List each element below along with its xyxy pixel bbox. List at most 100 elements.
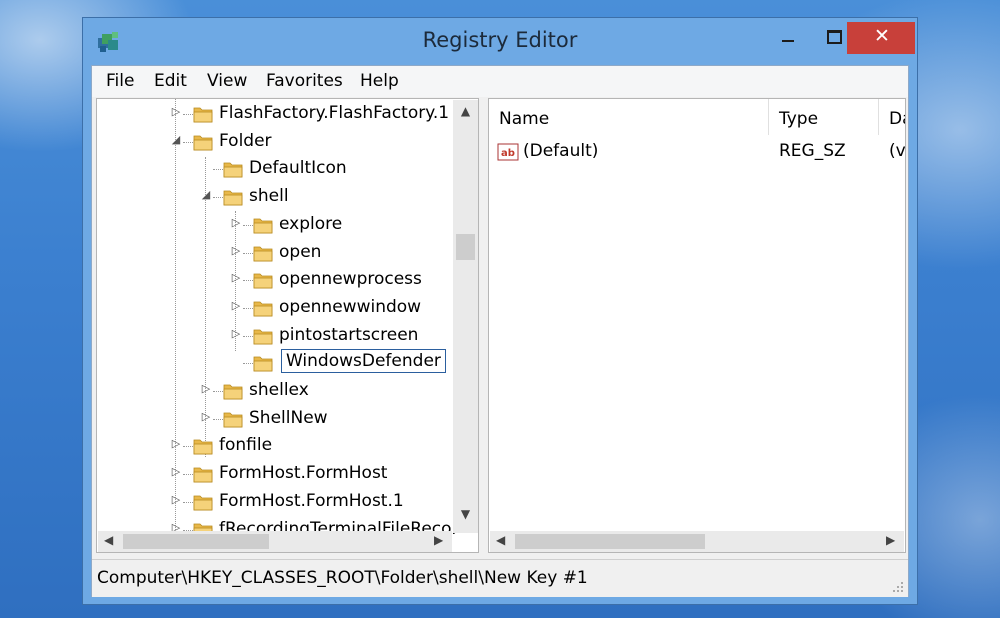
folder-icon xyxy=(193,467,213,483)
tree-connector xyxy=(183,501,193,503)
minimize-button[interactable] xyxy=(765,22,811,54)
tree-hscroll-thumb[interactable] xyxy=(123,534,269,549)
value-data: (va xyxy=(889,141,906,161)
tree-item[interactable]: ▷ FlashFactory.FlashFactory.1 xyxy=(169,102,469,128)
menu-file[interactable]: File xyxy=(106,71,134,91)
expand-arrow-icon[interactable]: ▷ xyxy=(229,299,243,312)
client-area: File Edit View Favorites Help ▷ FlashFact… xyxy=(91,65,909,597)
expand-arrow-icon[interactable]: ▷ xyxy=(199,382,213,395)
rename-key-input[interactable]: WindowsDefender xyxy=(281,349,446,374)
tree-item[interactable]: ▷ open xyxy=(229,241,478,267)
column-header-data[interactable]: Da xyxy=(879,99,905,135)
tree-vertical-scrollbar[interactable]: ▲ ▼ xyxy=(453,100,478,533)
expand-arrow-icon[interactable]: ▷ xyxy=(199,410,213,423)
tree-item[interactable]: ▷ ShellNew xyxy=(199,407,478,433)
tree-item[interactable]: DefaultIcon xyxy=(199,157,478,183)
tree-item[interactable]: WindowsDefender xyxy=(229,349,478,377)
tree-item-label: Folder xyxy=(219,130,272,151)
menu-favorites[interactable]: Favorites xyxy=(266,71,343,91)
tree-connector xyxy=(243,224,253,226)
string-value-icon: ab xyxy=(497,143,519,161)
expand-arrow-icon[interactable]: ▷ xyxy=(169,105,183,118)
folder-icon xyxy=(253,356,273,372)
tree-item[interactable]: ▷ fonfile xyxy=(169,434,469,460)
folder-icon xyxy=(223,162,243,178)
tree-item[interactable]: ▷ shellex xyxy=(199,379,478,405)
value-name: (Default) xyxy=(523,141,599,161)
expand-arrow-icon[interactable]: ▷ xyxy=(229,244,243,257)
expand-arrow-icon[interactable]: ▷ xyxy=(169,437,183,450)
scroll-left-icon[interactable]: ◀ xyxy=(496,533,505,547)
status-bar: Computer\HKEY_CLASSES_ROOT\Folder\shell\… xyxy=(92,559,908,597)
tree-item-label: FlashFactory.FlashFactory.1 xyxy=(219,103,450,123)
folder-icon xyxy=(223,412,243,428)
menu-bar: File Edit View Favorites Help xyxy=(92,66,908,97)
tree-item-label: pintostartscreen xyxy=(279,324,419,345)
values-list-pane[interactable]: Name Type Da ab (Default) REG_SZ (va ◀ ▶ xyxy=(488,98,906,553)
tree-connector xyxy=(243,363,253,365)
tree-connector xyxy=(243,252,253,254)
tree-item[interactable]: ◢ shell xyxy=(199,185,478,211)
menu-help[interactable]: Help xyxy=(360,71,399,91)
tree-horizontal-scrollbar[interactable]: ◀ ▶ xyxy=(98,531,452,552)
folder-icon xyxy=(193,107,213,123)
folder-icon xyxy=(253,301,273,317)
close-button[interactable]: ✕ xyxy=(847,22,915,54)
menu-edit[interactable]: Edit xyxy=(154,71,187,91)
expand-arrow-icon[interactable]: ▷ xyxy=(229,271,243,284)
value-row[interactable]: ab (Default) REG_SZ (va xyxy=(497,141,905,165)
folder-icon xyxy=(253,218,273,234)
list-hscroll-thumb[interactable] xyxy=(515,534,705,549)
tree-connector xyxy=(213,418,223,420)
folder-icon xyxy=(193,439,213,455)
tree-item[interactable]: ▷ FormHost.FormHost.1 xyxy=(169,490,469,516)
tree-item-label: opennewwindow xyxy=(279,296,422,317)
expand-arrow-icon[interactable]: ▷ xyxy=(229,216,243,229)
status-path: Computer\HKEY_CLASSES_ROOT\Folder\shell\… xyxy=(97,568,588,588)
scroll-up-icon[interactable]: ▲ xyxy=(453,104,478,118)
column-header-name[interactable]: Name xyxy=(489,99,769,135)
tree-item-label: ShellNew xyxy=(249,407,328,428)
tree-vscroll-thumb[interactable] xyxy=(456,234,475,260)
scroll-right-icon[interactable]: ▶ xyxy=(886,533,895,547)
folder-icon xyxy=(223,190,243,206)
folder-icon xyxy=(253,329,273,344)
scroll-down-icon[interactable]: ▼ xyxy=(453,507,478,521)
tree-item[interactable]: ▷ explore xyxy=(229,213,478,239)
tree-connector xyxy=(183,446,193,448)
tree-item-label: fonfile xyxy=(219,435,273,456)
tree-item[interactable]: ▷ pintostartscreen xyxy=(229,324,478,350)
tree-connector xyxy=(183,474,193,476)
tree-connector xyxy=(243,280,253,282)
folder-icon xyxy=(253,246,273,261)
tree-item[interactable]: ▷ opennewwindow xyxy=(229,296,478,322)
tree-connector xyxy=(243,307,253,309)
value-type: REG_SZ xyxy=(779,141,846,161)
tree-connector xyxy=(213,197,223,199)
folder-icon xyxy=(253,273,273,289)
tree-item[interactable]: ▷ opennewprocess xyxy=(229,268,478,294)
tree-item[interactable]: ▷ FormHost.FormHost xyxy=(169,462,469,488)
key-tree-pane[interactable]: ▷ FlashFactory.FlashFactory.1 ◢ Folder Defau… xyxy=(96,98,479,553)
registry-editor-window: Registry Editor ✕ File Edit View Favorit… xyxy=(82,17,918,605)
scroll-left-icon[interactable]: ◀ xyxy=(104,533,113,547)
tree-item-label: FormHost.FormHost.1 xyxy=(219,490,404,511)
expanded-arrow-icon[interactable]: ◢ xyxy=(199,188,213,201)
menu-view[interactable]: View xyxy=(207,71,247,91)
expanded-arrow-icon[interactable]: ◢ xyxy=(169,133,183,146)
expand-arrow-icon[interactable]: ▷ xyxy=(169,465,183,478)
resize-grip-icon[interactable] xyxy=(892,581,904,593)
expand-arrow-icon[interactable]: ▷ xyxy=(229,327,243,340)
expand-arrow-icon[interactable]: ▷ xyxy=(169,493,183,506)
title-bar[interactable]: Registry Editor ✕ xyxy=(83,18,917,65)
column-header-type[interactable]: Type xyxy=(769,99,879,135)
tree-connector xyxy=(213,391,223,392)
scroll-right-icon[interactable]: ▶ xyxy=(434,533,443,547)
list-horizontal-scrollbar[interactable]: ◀ ▶ xyxy=(490,531,904,552)
tree-item-label: explore xyxy=(279,213,343,234)
close-icon: ✕ xyxy=(874,25,890,47)
tree-connector xyxy=(243,335,253,337)
svg-text:ab: ab xyxy=(501,148,515,159)
tree-item-label: open xyxy=(279,241,322,262)
tree-item[interactable]: ◢ Folder xyxy=(169,130,469,156)
